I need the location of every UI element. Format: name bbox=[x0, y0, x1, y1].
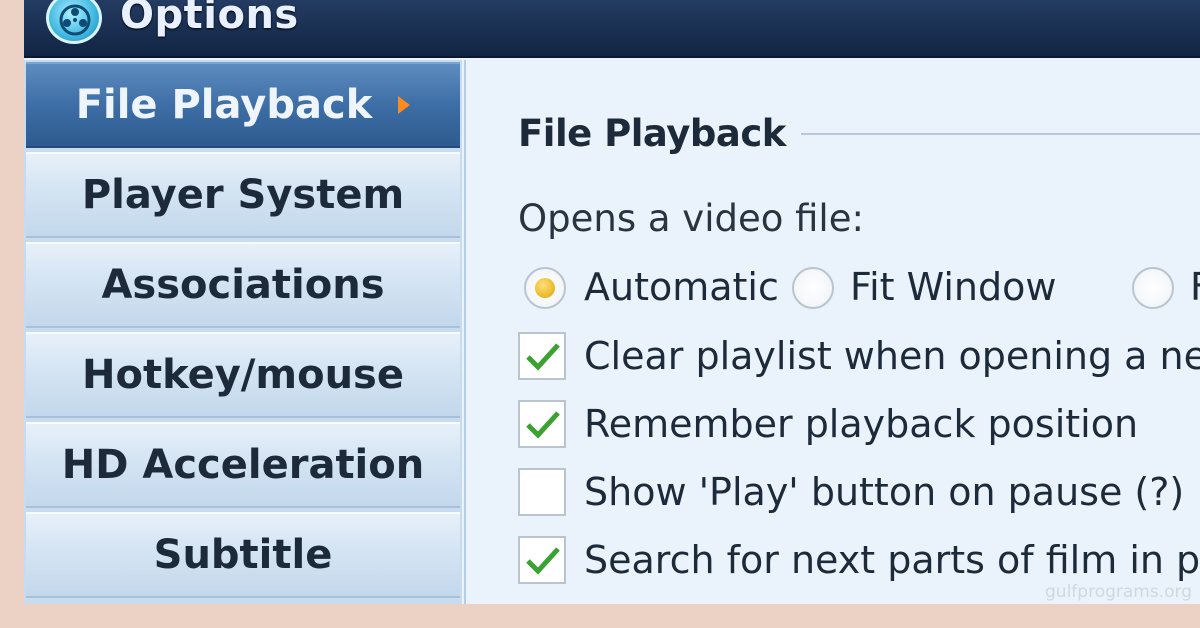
show-play-button-checkbox[interactable] bbox=[518, 468, 566, 516]
sidebar-item-associations[interactable]: Associations bbox=[26, 242, 460, 328]
options-sidebar: File Playback Player System Associations… bbox=[24, 60, 462, 604]
radio-third-option[interactable] bbox=[1132, 267, 1174, 309]
settings-panel: File Playback Opens a video file: Automa… bbox=[464, 60, 1200, 604]
section-title: File Playback bbox=[518, 112, 786, 155]
search-next-parts-label: Search for next parts of film in pl bbox=[584, 538, 1200, 582]
window-title: Options bbox=[120, 0, 299, 38]
sidebar-item-label: HD Acceleration bbox=[61, 442, 425, 488]
arrow-right-icon bbox=[398, 96, 411, 114]
opens-video-label: Opens a video file: bbox=[518, 197, 864, 240]
options-window: Options File Playback Player System Asso… bbox=[24, 0, 1200, 604]
remember-position-label: Remember playback position bbox=[584, 402, 1139, 446]
radio-automatic[interactable] bbox=[524, 267, 566, 309]
checkmark-icon bbox=[526, 411, 560, 439]
title-bar: Options bbox=[24, 0, 1200, 58]
section-divider bbox=[801, 133, 1200, 135]
film-reel-icon bbox=[46, 0, 102, 44]
show-play-button-label: Show 'Play' button on pause (?) bbox=[584, 470, 1185, 514]
sidebar-item-label: Player System bbox=[81, 172, 405, 218]
sidebar-item-file-playback[interactable]: File Playback bbox=[26, 62, 460, 148]
sidebar-item-label: Subtitle bbox=[153, 532, 333, 578]
radio-automatic-label: Automatic bbox=[584, 265, 779, 309]
clear-playlist-checkbox[interactable] bbox=[518, 332, 566, 380]
radio-third-option-label: F bbox=[1190, 265, 1200, 309]
sidebar-item-hotkey-mouse[interactable]: Hotkey/mouse bbox=[26, 332, 460, 418]
watermark-text: gulfprograms.org bbox=[1045, 582, 1192, 602]
sidebar-item-label: Hotkey/mouse bbox=[82, 352, 404, 398]
sidebar-item-subtitle[interactable]: Subtitle bbox=[26, 512, 460, 598]
search-next-parts-checkbox[interactable] bbox=[518, 536, 566, 584]
sidebar-item-label: File Playback bbox=[75, 82, 373, 128]
radio-fit-window-label: Fit Window bbox=[850, 265, 1057, 309]
radio-fit-window[interactable] bbox=[792, 267, 834, 309]
checkmark-icon bbox=[526, 343, 560, 371]
checkmark-icon bbox=[526, 547, 560, 575]
sidebar-item-label: Associations bbox=[101, 262, 385, 308]
clear-playlist-label: Clear playlist when opening a new bbox=[584, 334, 1200, 378]
sidebar-item-player-system[interactable]: Player System bbox=[26, 152, 460, 238]
remember-position-checkbox[interactable] bbox=[518, 400, 566, 448]
sidebar-item-hd-acceleration[interactable]: HD Acceleration bbox=[26, 422, 460, 508]
